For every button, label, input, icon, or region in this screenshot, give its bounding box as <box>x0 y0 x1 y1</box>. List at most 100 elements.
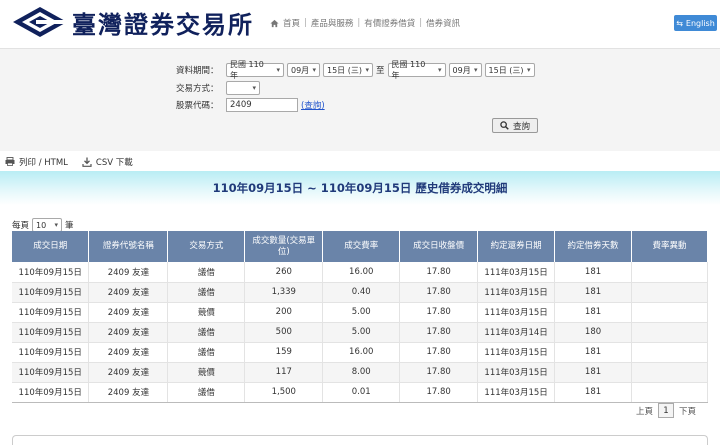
table-cell: 111年03月15日 <box>477 282 556 303</box>
start-month-select[interactable]: 09月 ▾ <box>287 63 320 77</box>
csv-label: CSV 下載 <box>95 157 133 168</box>
page: 臺灣證券交易所 首頁 | 產品與服務 | 有價證券借貸 | 借券資訊 ⇆ Eng… <box>0 0 720 445</box>
table-cell: 159 <box>244 342 324 363</box>
twse-logo-icon <box>13 7 68 37</box>
bottom-panel <box>12 435 708 445</box>
stock-lookup-link[interactable]: (查詢) <box>301 99 325 111</box>
table-cell: 117 <box>244 362 324 383</box>
table-cell: 17.80 <box>399 302 479 323</box>
breadcrumb-separator: | <box>304 18 307 28</box>
lending-detail-table: 成交日期 證券代號名稱 交易方式 成交數量(交易單位) 成交費率 成交日收盤價 … <box>12 231 708 403</box>
per-page-select[interactable]: 10 ▾ <box>32 218 63 232</box>
table-cell: 2409 友達 <box>88 262 169 283</box>
table-cell: 5.00 <box>322 322 401 343</box>
table-cell: 111年03月15日 <box>477 342 556 363</box>
table-cell: 181 <box>554 302 632 323</box>
end-day-select[interactable]: 15日 (三) ▾ <box>484 63 535 77</box>
report-title-band: 110年09月15日 ~ 110年09月15日 歷史借券成交明細 <box>0 171 720 205</box>
column-header[interactable]: 約定借券天數 <box>554 231 632 262</box>
swap-icon: ⇆ <box>676 18 683 28</box>
breadcrumb: 首頁 | 產品與服務 | 有價證券借貸 | 借券資訊 <box>270 17 460 29</box>
chevron-down-icon: ▾ <box>54 221 59 229</box>
csv-download-button[interactable]: CSV 下載 <box>82 156 133 168</box>
table-cell: 2409 友達 <box>88 322 169 343</box>
start-day-select[interactable]: 15日 (三) ▾ <box>323 63 373 77</box>
end-era-select[interactable]: 民國 110 年 ▾ <box>387 60 446 80</box>
query-button[interactable]: 查詢 <box>492 118 538 133</box>
download-icon <box>82 157 92 167</box>
table-cell: 181 <box>554 342 632 363</box>
breadcrumb-sbl[interactable]: 有價證券借貸 <box>364 17 415 29</box>
pagination: 上頁 1 下頁 <box>636 403 696 418</box>
table-header-row: 成交日期 證券代號名稱 交易方式 成交數量(交易單位) 成交費率 成交日收盤價 … <box>12 231 708 262</box>
trade-type-label: 交易方式： <box>176 84 219 94</box>
table-cell: 1,339 <box>244 282 324 303</box>
twse-logo[interactable]: 臺灣證券交易所 <box>12 4 262 40</box>
table-cell: 競價 <box>167 362 246 383</box>
chevron-down-icon: ▾ <box>276 66 280 74</box>
stock-code-input[interactable]: 2409 <box>226 98 298 112</box>
trade-type-select[interactable]: ▾ <box>226 81 260 95</box>
table-cell: 111年03月15日 <box>477 382 556 403</box>
column-header[interactable]: 成交數量(交易單位) <box>244 231 324 262</box>
table-row: 110年09月15日 2409 友達 議借 500 5.00 17.80 111年03月14… <box>12 322 708 343</box>
table-row: 110年09月15日 2409 友達 議借 159 16.00 17.80 111年03月1… <box>12 342 708 363</box>
column-header[interactable]: 費率異動 <box>631 231 708 262</box>
table-cell <box>631 382 708 403</box>
breadcrumb-products[interactable]: 產品與服務 <box>311 17 354 29</box>
column-header[interactable]: 交易方式 <box>167 231 246 262</box>
english-button[interactable]: ⇆ English <box>674 15 717 31</box>
english-label: English <box>685 18 715 28</box>
breadcrumb-separator: | <box>419 18 423 28</box>
print-button[interactable]: 列印 / HTML <box>5 156 68 168</box>
table-row: 110年09月15日 2409 友達 議借 1,500 0.01 17.80 111年03月… <box>12 382 708 403</box>
table-cell <box>631 282 708 303</box>
column-header[interactable]: 約定還券日期 <box>477 231 556 262</box>
search-icon <box>500 121 509 130</box>
stock-code-row: 股票代碼： 2409 (查詢) <box>176 98 325 112</box>
site-header: 臺灣證券交易所 首頁 | 產品與服務 | 有價證券借貸 | 借券資訊 ⇆ Eng… <box>0 0 720 46</box>
table-cell <box>631 342 708 363</box>
table-row: 110年09月15日 2409 友達 競價 200 5.00 17.80 111年03月15… <box>12 302 708 323</box>
column-header[interactable]: 成交日期 <box>12 231 90 262</box>
column-header[interactable]: 成交費率 <box>322 231 401 262</box>
table-cell: 111年03月14日 <box>477 322 556 343</box>
table-cell: 2409 友達 <box>88 362 169 383</box>
end-month-select[interactable]: 09月 ▾ <box>448 63 482 77</box>
column-header[interactable]: 證券代號名稱 <box>88 231 169 262</box>
query-form: 資料期間： 民國 110 年 ▾ 09月 ▾ 15日 (三) ▾ 至 民國 110 年… <box>0 48 720 151</box>
printer-icon <box>5 157 15 166</box>
breadcrumb-lending-info[interactable]: 借券資訊 <box>426 17 460 29</box>
table-cell: 111年03月15日 <box>477 262 556 283</box>
next-page-link[interactable]: 下頁 <box>679 405 696 417</box>
table-cell: 181 <box>554 362 632 383</box>
table-row: 110年09月15日 2409 友達 競價 117 8.00 17.80 111年03月15… <box>12 362 708 383</box>
table-cell: 2409 友達 <box>88 282 169 303</box>
table-cell: 110年09月15日 <box>12 342 90 363</box>
table-cell: 111年03月15日 <box>477 362 556 383</box>
report-title: 110年09月15日 ~ 110年09月15日 歷史借券成交明細 <box>212 181 508 195</box>
table-cell: 議借 <box>167 262 246 283</box>
current-page[interactable]: 1 <box>658 403 675 418</box>
table-cell: 16.00 <box>322 342 401 363</box>
table-cell <box>631 262 708 283</box>
start-era-select[interactable]: 民國 110 年 ▾ <box>226 60 284 80</box>
table-cell: 2409 友達 <box>88 302 169 323</box>
print-label: 列印 / HTML <box>19 157 68 168</box>
chevron-down-icon: ▾ <box>252 84 256 92</box>
table-cell: 議借 <box>167 342 246 363</box>
column-header[interactable]: 成交日收盤價 <box>399 231 479 262</box>
prev-page-link[interactable]: 上頁 <box>636 405 653 417</box>
period-label: 資料期間： <box>176 66 219 76</box>
breadcrumb-home[interactable]: 首頁 <box>283 17 300 29</box>
table-row: 110年09月15日 2409 友達 議借 260 16.00 17.80 111年03月1… <box>12 262 708 283</box>
chevron-down-icon: ▾ <box>438 66 442 74</box>
table-cell: 16.00 <box>322 262 401 283</box>
query-button-label: 查詢 <box>512 121 530 132</box>
table-cell: 8.00 <box>322 362 401 383</box>
table-cell <box>631 302 708 323</box>
table-cell: 17.80 <box>399 282 479 303</box>
table-cell: 0.40 <box>322 282 401 303</box>
table-cell: 500 <box>244 322 324 343</box>
table-cell: 1,500 <box>244 382 324 403</box>
